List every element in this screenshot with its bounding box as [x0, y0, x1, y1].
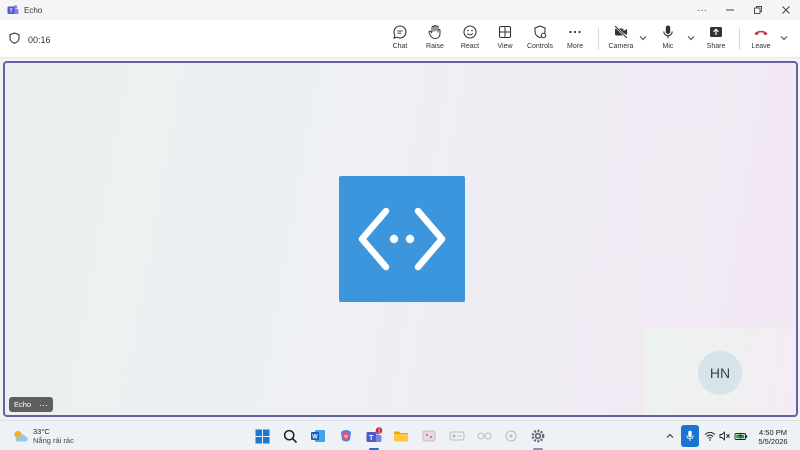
microphone-icon [663, 25, 673, 39]
echo-avatar-tile [339, 176, 465, 302]
app-icon [505, 430, 517, 442]
window-title: Echo [24, 5, 43, 15]
react-label: React [460, 43, 480, 50]
leave-button[interactable]: Leave [743, 24, 779, 54]
self-view-tile[interactable]: HN [643, 329, 796, 415]
restore-button[interactable] [744, 0, 772, 20]
chat-button[interactable]: Chat [382, 24, 418, 54]
search-button[interactable] [281, 427, 299, 445]
copilot-icon [341, 430, 351, 442]
controls-button[interactable]: Controls [522, 24, 558, 54]
taskbar-teams[interactable]: T1 [365, 427, 383, 445]
meeting-toolbar: 00:16 Chat Raise React View Controls Mor… [0, 20, 800, 58]
raise-hand-button[interactable]: Raise [417, 24, 453, 54]
partly-sunny-icon [14, 430, 28, 442]
chevron-up-icon [666, 433, 674, 438]
mic-in-use-indicator[interactable] [681, 425, 699, 447]
taskbar-app-1[interactable] [420, 427, 438, 445]
shield-icon [9, 31, 20, 49]
folder-icon [394, 431, 408, 442]
battery-button[interactable] [734, 429, 748, 443]
close-button[interactable] [772, 0, 800, 20]
share-label: Share [706, 43, 726, 50]
svg-text:W: W [312, 435, 318, 441]
participant-name-tag[interactable]: Echo ··· [9, 397, 54, 412]
participant-more-icon[interactable]: ··· [39, 400, 48, 410]
clock-time: 4:50 PM [759, 428, 787, 437]
word-icon: W [311, 430, 325, 442]
raise-label: Raise [426, 43, 444, 50]
chat-label: Chat [392, 43, 408, 50]
app-icon [477, 432, 492, 440]
toolbar-divider [598, 28, 599, 50]
echo-bot-icon [358, 207, 446, 271]
teams-badge: 1 [378, 429, 381, 435]
app-icon [422, 430, 436, 442]
mic-label: Mic [662, 43, 674, 50]
camera-label: Camera [608, 43, 634, 50]
more-options-icon[interactable]: ··· [688, 0, 716, 20]
weather-description: Nắng rải rác [33, 436, 74, 445]
start-button[interactable] [253, 427, 271, 445]
search-icon [283, 429, 297, 443]
speaker-muted-icon [719, 431, 730, 441]
taskbar-app-2[interactable] [448, 427, 466, 445]
taskbar: 33°C Nắng rải rác W T1 4:50 PM 5/5/2026 [0, 420, 800, 450]
windows-logo-icon [255, 429, 269, 443]
avatar-initials: HN [709, 365, 731, 381]
taskbar-copilot[interactable] [337, 427, 355, 445]
meeting-timer: 00:16 [9, 31, 51, 49]
app-icon [449, 431, 465, 441]
camera-button[interactable]: Camera [603, 24, 639, 54]
taskbar-word[interactable]: W [309, 427, 327, 445]
controls-label: Controls [526, 43, 554, 50]
teams-icon: T1 [366, 427, 383, 442]
teams-app-icon: T [7, 4, 19, 16]
microphone-icon [686, 430, 694, 441]
battery-charging-icon [734, 432, 748, 440]
shield-gear-icon [534, 25, 547, 39]
more-button[interactable]: More [557, 24, 593, 54]
more-label: More [567, 43, 583, 50]
toolbar-divider [739, 28, 740, 50]
share-button[interactable]: Share [698, 24, 734, 54]
share-screen-icon [710, 27, 722, 37]
avatar: HN [698, 351, 742, 395]
minimize-button[interactable] [716, 0, 744, 20]
camera-off-icon [614, 25, 628, 39]
weather-widget[interactable]: 33°C Nắng rải rác [12, 427, 74, 445]
svg-text:T: T [369, 435, 374, 442]
taskbar-file-explorer[interactable] [392, 427, 410, 445]
view-button[interactable]: View [487, 24, 523, 54]
clock-date: 5/5/2026 [758, 437, 788, 446]
title-bar: T Echo ··· [0, 0, 800, 20]
system-clock[interactable]: 4:50 PM 5/5/2026 [755, 428, 791, 446]
weather-temperature: 33°C [33, 427, 50, 436]
taskbar-settings[interactable] [529, 427, 547, 445]
emoji-icon [463, 25, 477, 39]
view-label: View [497, 43, 513, 50]
grid-view-icon [498, 25, 512, 39]
raise-hand-icon [428, 25, 441, 39]
volume-button[interactable] [718, 429, 732, 443]
taskbar-app-4[interactable] [502, 427, 520, 445]
hang-up-icon [754, 30, 768, 36]
camera-chevron-down-icon[interactable] [638, 33, 648, 43]
taskbar-app-3[interactable] [476, 427, 494, 445]
meeting-stage: Echo ··· HN [3, 61, 798, 417]
leave-chevron-down-icon[interactable] [779, 33, 789, 43]
participant-name: Echo [14, 400, 32, 409]
react-button[interactable]: React [452, 24, 488, 54]
show-hidden-icons-button[interactable] [663, 429, 677, 443]
more-dots-icon [569, 30, 581, 34]
timer-text: 00:16 [28, 35, 51, 45]
mic-button[interactable]: Mic [650, 24, 686, 54]
network-button[interactable] [703, 429, 717, 443]
leave-label: Leave [751, 43, 771, 50]
chat-icon [393, 25, 407, 39]
gear-icon [531, 429, 545, 443]
mic-chevron-down-icon[interactable] [686, 33, 696, 43]
wifi-icon [704, 431, 716, 441]
